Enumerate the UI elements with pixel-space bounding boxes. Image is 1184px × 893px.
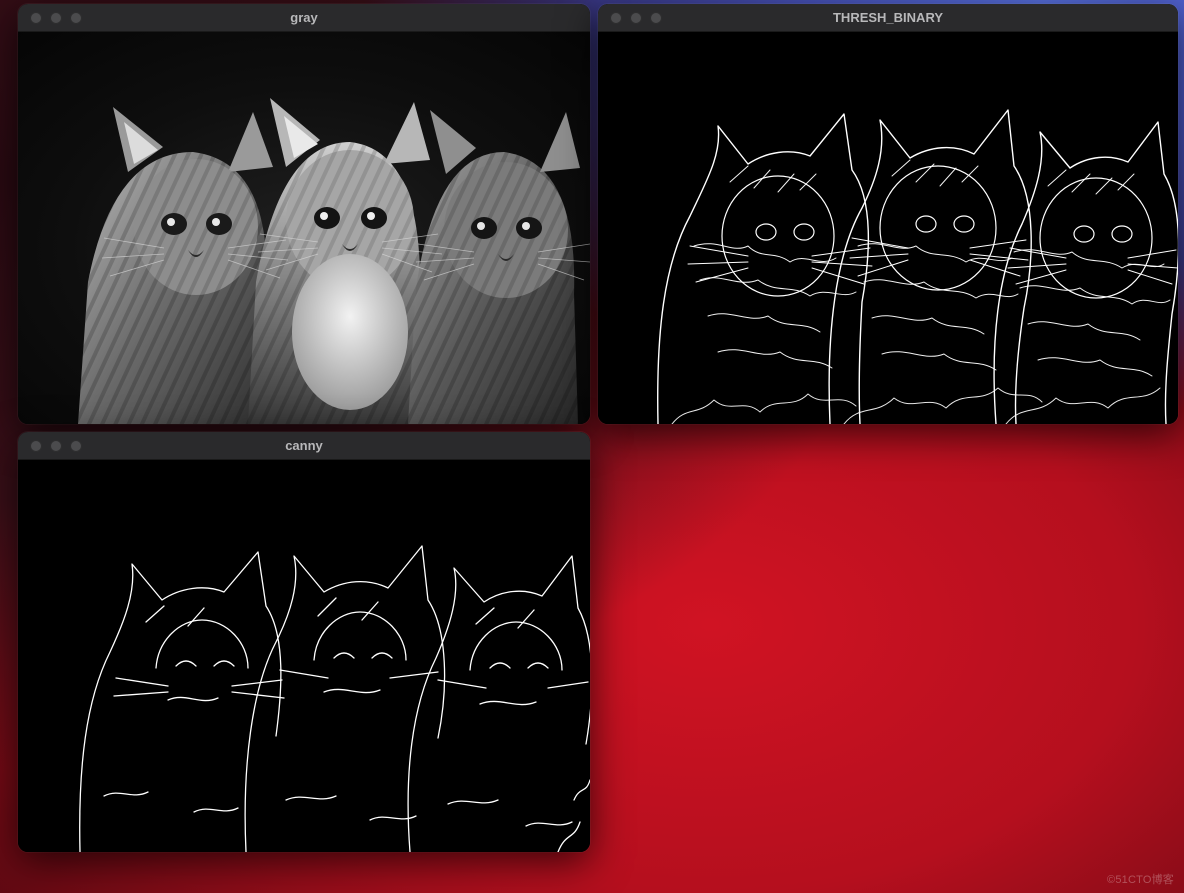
window-title: THRESH_BINARY xyxy=(598,10,1178,25)
image-view-gray xyxy=(18,32,590,424)
minimize-icon[interactable] xyxy=(630,12,642,24)
zoom-icon[interactable] xyxy=(70,12,82,24)
zoom-icon[interactable] xyxy=(70,440,82,452)
zoom-icon[interactable] xyxy=(650,12,662,24)
window-gray[interactable]: gray xyxy=(18,4,590,424)
titlebar-thresh[interactable]: THRESH_BINARY xyxy=(598,4,1178,32)
minimize-icon[interactable] xyxy=(50,12,62,24)
thresh-binary-edge-image xyxy=(598,32,1178,424)
image-view-thresh xyxy=(598,32,1178,424)
image-view-canny xyxy=(18,460,590,852)
window-canny[interactable]: canny xyxy=(18,432,590,852)
window-title: canny xyxy=(18,438,590,453)
close-icon[interactable] xyxy=(610,12,622,24)
traffic-lights xyxy=(18,440,82,452)
window-title: gray xyxy=(18,10,590,25)
watermark-text: ©51CTO博客 xyxy=(1107,871,1174,887)
grayscale-kittens-image xyxy=(18,32,590,424)
titlebar-gray[interactable]: gray xyxy=(18,4,590,32)
close-icon[interactable] xyxy=(30,440,42,452)
traffic-lights xyxy=(598,12,662,24)
close-icon[interactable] xyxy=(30,12,42,24)
window-thresh-binary[interactable]: THRESH_BINARY xyxy=(598,4,1178,424)
traffic-lights xyxy=(18,12,82,24)
titlebar-canny[interactable]: canny xyxy=(18,432,590,460)
canny-edge-image xyxy=(18,460,590,852)
minimize-icon[interactable] xyxy=(50,440,62,452)
